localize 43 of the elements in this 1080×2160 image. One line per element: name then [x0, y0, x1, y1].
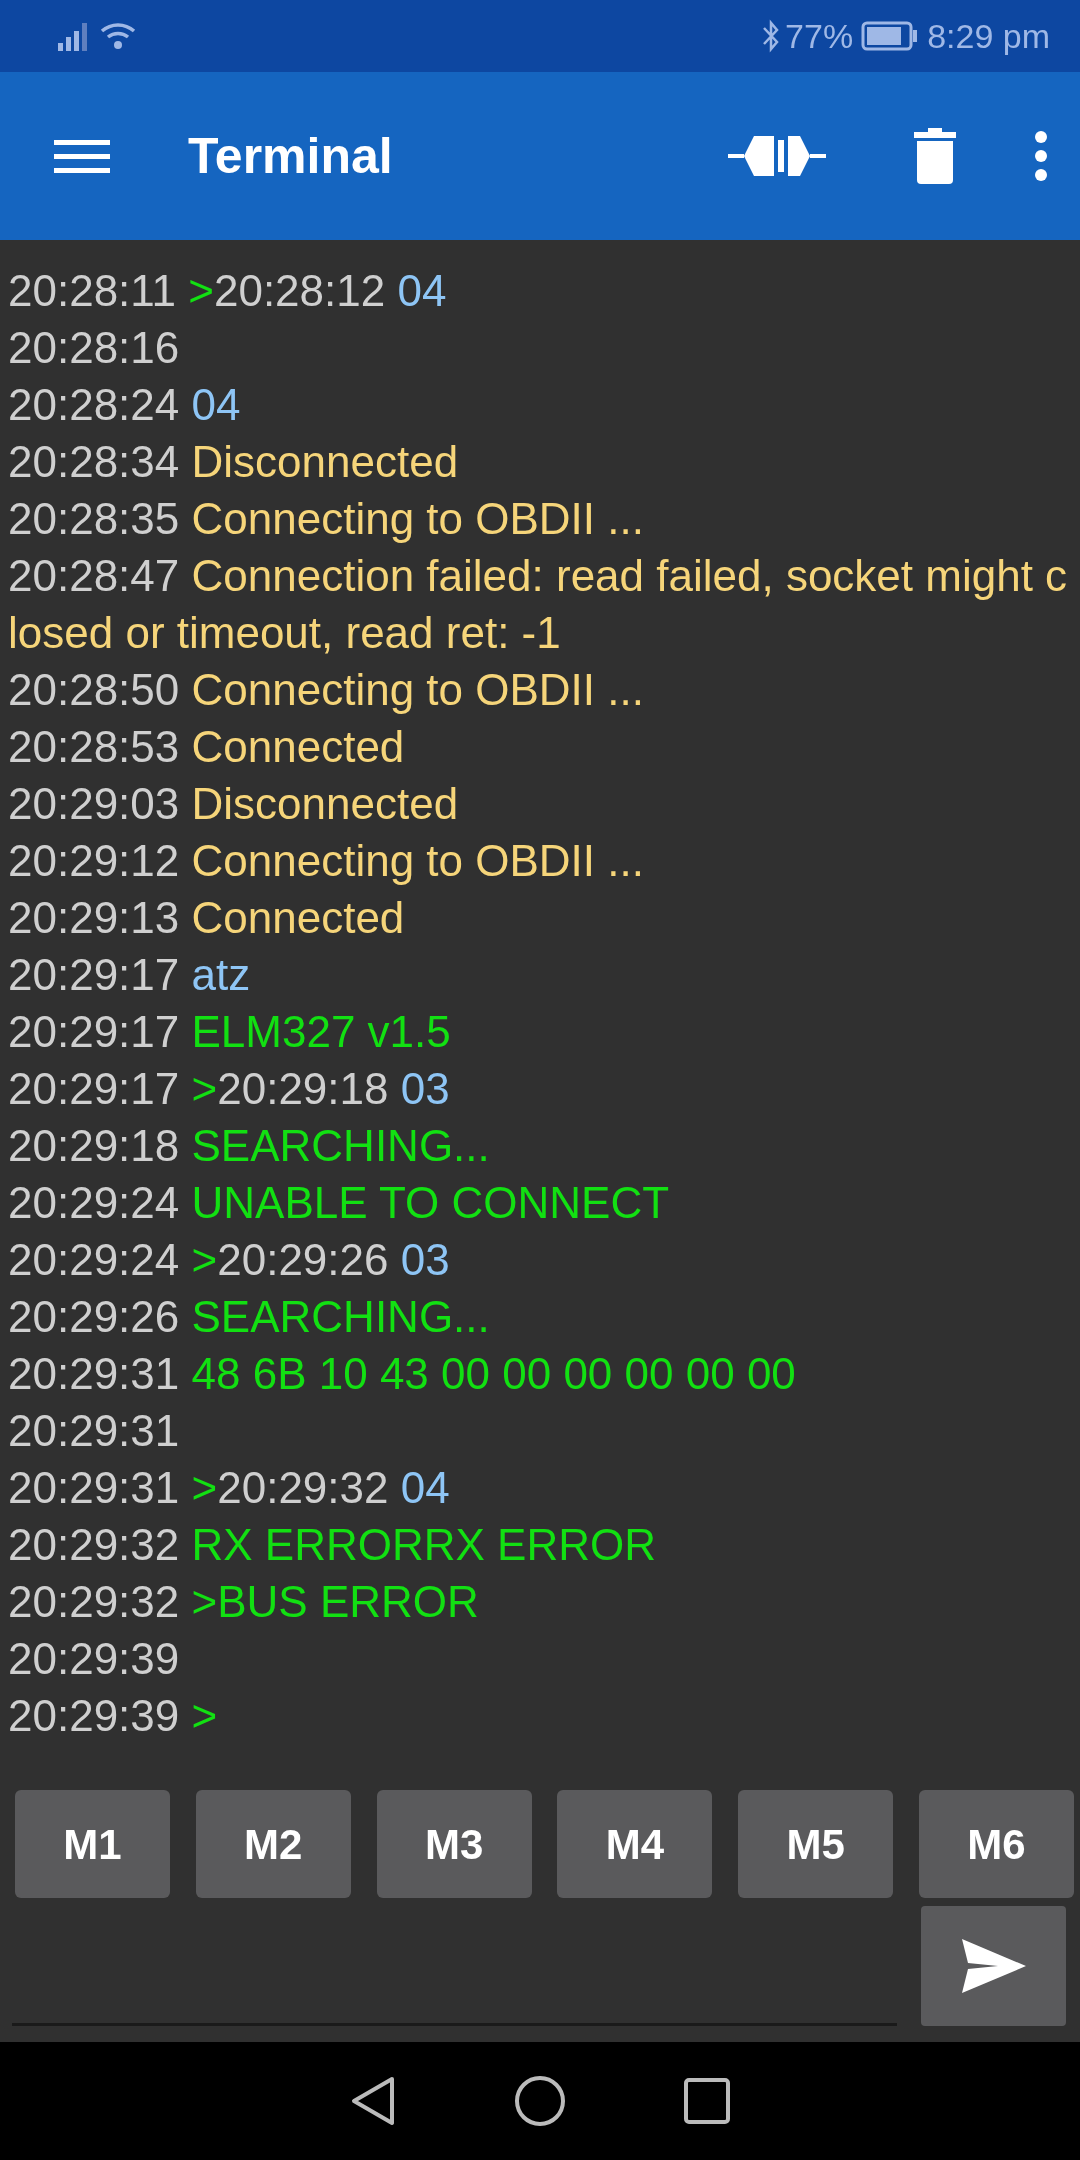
log-line: 20:28:47 Connection failed: read failed, socket might closed or timeout, read ret: -1 [8, 550, 1069, 659]
clock-time: 8:29 pm [927, 15, 1050, 57]
trash-icon[interactable] [914, 128, 956, 184]
send-icon [961, 1939, 1026, 1993]
macro-button[interactable]: M5 [738, 1790, 894, 1898]
more-options-icon[interactable] [1034, 130, 1048, 182]
macro-button[interactable]: M2 [195, 1790, 351, 1898]
recents-icon[interactable] [684, 2078, 730, 2124]
log-line: 20:28:34 Disconnected [8, 436, 460, 488]
send-button[interactable] [921, 1906, 1066, 2026]
log-line: 20:28:53 Connected [8, 721, 406, 773]
battery-percent: 77% [785, 15, 854, 57]
log-line: 20:29:31 48 6B 10 43 00 00 00 00 00 00 [8, 1348, 797, 1400]
log-line: 20:29:31 [8, 1405, 181, 1457]
log-line: 20:29:17 atz [8, 949, 252, 1001]
log-line: 20:29:26 SEARCHING... [8, 1291, 491, 1343]
back-icon[interactable] [350, 2076, 396, 2126]
log-line: 20:28:16 [8, 322, 181, 374]
log-line: 20:28:50 Connecting to OBDII ... [8, 664, 645, 716]
log-line: 20:29:39 [8, 1633, 181, 1685]
log-line: 20:29:32 RX ERRORRX ERROR [8, 1519, 657, 1571]
log-line: 20:29:24 >20:29:26 03 [8, 1234, 451, 1286]
log-line: 20:29:31 >20:29:32 04 [8, 1462, 451, 1514]
log-line: 20:29:12 Connecting to OBDII ... [8, 835, 645, 887]
log-line: 20:28:24 04 [8, 379, 242, 431]
macro-button[interactable]: M3 [376, 1790, 532, 1898]
log-line: 20:29:39 > [8, 1690, 219, 1742]
battery-icon [861, 21, 920, 51]
log-line: 20:28:11 >20:28:12 04 [8, 265, 448, 317]
home-icon[interactable] [514, 2075, 566, 2127]
log-line: 20:29:17 >20:29:18 03 [8, 1063, 451, 1115]
macro-button[interactable]: M4 [557, 1790, 713, 1898]
macro-button[interactable]: M6 [919, 1790, 1074, 1898]
log-line: 20:29:17 ELM327 v1.5 [8, 1006, 452, 1058]
log-line: 20:29:18 SEARCHING... [8, 1120, 491, 1172]
macro-button[interactable]: M1 [15, 1790, 170, 1898]
log-line: 20:29:32 >BUS ERROR [8, 1576, 480, 1628]
log-line: 20:28:35 Connecting to OBDII ... [8, 493, 645, 545]
log-line: 20:29:03 Disconnected [8, 778, 460, 830]
wifi-icon [100, 21, 138, 51]
log-line: 20:29:24 UNABLE TO CONNECT [8, 1177, 671, 1229]
screen-title: Terminal [188, 126, 393, 186]
log-line: 20:29:13 Connected [8, 892, 406, 944]
